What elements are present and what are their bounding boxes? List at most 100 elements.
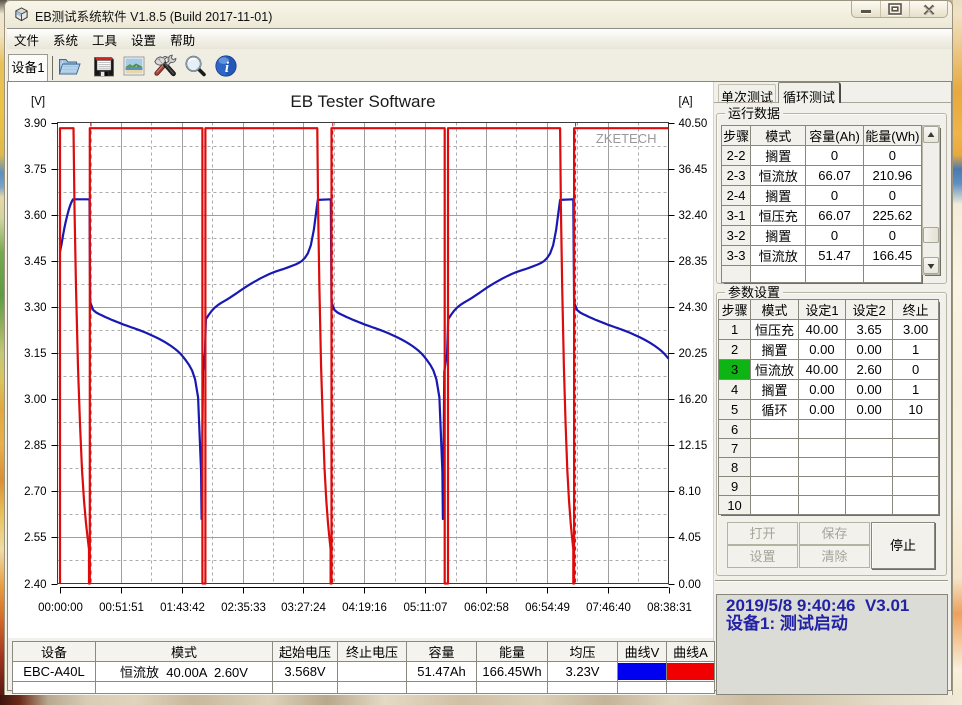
scroll-down-button[interactable] bbox=[923, 257, 939, 274]
table-cell[interactable] bbox=[751, 420, 799, 439]
scroll-up-button[interactable] bbox=[923, 126, 939, 143]
menu-item-system[interactable]: 系统 bbox=[46, 28, 85, 51]
table-cell[interactable] bbox=[798, 496, 845, 515]
table-cell bbox=[477, 682, 548, 694]
table-cell[interactable]: 8 bbox=[719, 458, 751, 477]
table-row: 7 bbox=[719, 439, 939, 458]
table-cell[interactable] bbox=[798, 439, 845, 458]
table-cell[interactable] bbox=[798, 458, 845, 477]
table-cell[interactable] bbox=[893, 496, 939, 515]
table-cell[interactable]: 0 bbox=[893, 360, 939, 380]
maximize-button[interactable] bbox=[881, 1, 910, 17]
table-cell[interactable]: 0.00 bbox=[846, 380, 893, 400]
menu-item-tools[interactable]: 工具 bbox=[85, 28, 124, 51]
table-row: 2搁置0.000.001 bbox=[719, 340, 939, 360]
scroll-thumb[interactable] bbox=[923, 227, 939, 243]
table-cell[interactable] bbox=[846, 420, 893, 439]
tools-icon[interactable] bbox=[152, 53, 178, 79]
device-tab[interactable]: 设备1 bbox=[8, 54, 48, 81]
run-table-scrollbar[interactable] bbox=[922, 125, 940, 275]
table-cell: 2-3 bbox=[722, 166, 751, 186]
status-log: 2019/5/8 9:40:46 V3.01 设备1: 测试启动 bbox=[716, 594, 948, 695]
table-cell[interactable]: 1 bbox=[893, 340, 939, 360]
menu-item-help[interactable]: 帮助 bbox=[163, 28, 202, 51]
table-cell[interactable] bbox=[846, 477, 893, 496]
table-cell[interactable]: 恒压充 bbox=[751, 320, 799, 340]
table-cell[interactable]: 3.65 bbox=[846, 320, 893, 340]
svg-text:2.55: 2.55 bbox=[24, 532, 46, 544]
table-cell[interactable] bbox=[751, 439, 799, 458]
save-button[interactable]: 保存 bbox=[799, 522, 870, 545]
table-cell[interactable] bbox=[751, 477, 799, 496]
table-cell[interactable] bbox=[893, 458, 939, 477]
table-cell[interactable]: 2.60 bbox=[846, 360, 893, 380]
svg-text:36.45: 36.45 bbox=[679, 164, 708, 176]
table-cell[interactable]: 0.00 bbox=[798, 380, 845, 400]
table-cell: 66.07 bbox=[806, 166, 863, 186]
menu-item-settings[interactable]: 设置 bbox=[124, 28, 163, 51]
table-cell[interactable] bbox=[846, 458, 893, 477]
table-cell[interactable] bbox=[846, 496, 893, 515]
toolbar: 设备1 i bbox=[7, 49, 952, 81]
table-cell[interactable] bbox=[893, 420, 939, 439]
title-bar[interactable]: EB测试系统软件 V1.8.5 (Build 2017-11-01) bbox=[5, 1, 952, 28]
table-cell[interactable]: 0.00 bbox=[798, 340, 845, 360]
column-header: 设定2 bbox=[846, 300, 893, 320]
close-button[interactable] bbox=[910, 1, 947, 17]
table-cell: 210.96 bbox=[863, 166, 921, 186]
toolbar-separator bbox=[52, 56, 53, 80]
table-cell[interactable]: 9 bbox=[719, 477, 751, 496]
tab-single-test[interactable]: 单次测试 bbox=[718, 84, 776, 102]
client-area: 3.903.753.603.453.303.153.002.852.702.55… bbox=[7, 81, 952, 691]
table-cell[interactable]: 1 bbox=[893, 380, 939, 400]
zoom-icon[interactable] bbox=[182, 53, 208, 79]
open-button[interactable]: 打开 bbox=[727, 522, 798, 545]
info-icon[interactable]: i bbox=[213, 53, 239, 79]
clear-button[interactable]: 清除 bbox=[799, 545, 870, 568]
svg-text:12.15: 12.15 bbox=[679, 440, 708, 452]
table-cell[interactable]: 10 bbox=[719, 496, 751, 515]
table-cell[interactable]: 搁置 bbox=[751, 340, 799, 360]
active-step-cell[interactable]: 3 bbox=[719, 360, 751, 380]
table-cell[interactable]: 循环 bbox=[751, 400, 799, 420]
table-cell[interactable]: 1 bbox=[719, 320, 751, 340]
menu-item-file[interactable]: 文件 bbox=[7, 28, 46, 51]
table-cell[interactable] bbox=[893, 477, 939, 496]
set-button[interactable]: 设置 bbox=[727, 545, 798, 568]
table-cell[interactable]: 40.00 bbox=[798, 320, 845, 340]
table-cell: 3.23V bbox=[548, 662, 618, 682]
table-cell[interactable] bbox=[751, 458, 799, 477]
table-cell[interactable]: 10 bbox=[893, 400, 939, 420]
stop-button[interactable]: 停止 bbox=[871, 522, 935, 569]
open-file-icon[interactable] bbox=[56, 53, 82, 79]
minimize-button[interactable] bbox=[852, 1, 881, 17]
table-cell[interactable]: 0.00 bbox=[798, 400, 845, 420]
export-image-icon[interactable] bbox=[121, 53, 147, 79]
table-cell[interactable]: 6 bbox=[719, 420, 751, 439]
svg-text:06:54:49: 06:54:49 bbox=[525, 602, 570, 614]
table-cell[interactable]: 0.00 bbox=[846, 400, 893, 420]
svg-text:01:43:42: 01:43:42 bbox=[160, 602, 205, 614]
table-cell[interactable] bbox=[893, 439, 939, 458]
table-cell[interactable]: 搁置 bbox=[751, 380, 799, 400]
table-cell[interactable]: 2 bbox=[719, 340, 751, 360]
table-cell[interactable]: 3.00 bbox=[893, 320, 939, 340]
table-cell[interactable]: 40.00 bbox=[798, 360, 845, 380]
table-cell[interactable]: 5 bbox=[719, 400, 751, 420]
table-cell[interactable] bbox=[751, 496, 799, 515]
tab-cycle-test[interactable]: 循环测试 bbox=[778, 82, 841, 103]
save-icon[interactable] bbox=[91, 53, 117, 79]
svg-text:8.10: 8.10 bbox=[679, 486, 701, 498]
svg-text:2.40: 2.40 bbox=[24, 579, 46, 591]
table-cell[interactable]: 7 bbox=[719, 439, 751, 458]
table-row: 3-2搁置00 bbox=[722, 226, 922, 246]
table-cell[interactable]: 4 bbox=[719, 380, 751, 400]
column-header: 能量 bbox=[477, 642, 548, 662]
chart-grid bbox=[58, 123, 669, 584]
table-cell[interactable]: 恒流放 bbox=[751, 360, 799, 380]
table-header-row: 设备模式起始电压终止电压容量能量均压曲线V曲线A bbox=[13, 642, 715, 662]
table-cell[interactable] bbox=[798, 477, 845, 496]
table-cell[interactable]: 0.00 bbox=[846, 340, 893, 360]
table-cell[interactable] bbox=[798, 420, 845, 439]
table-cell[interactable] bbox=[846, 439, 893, 458]
